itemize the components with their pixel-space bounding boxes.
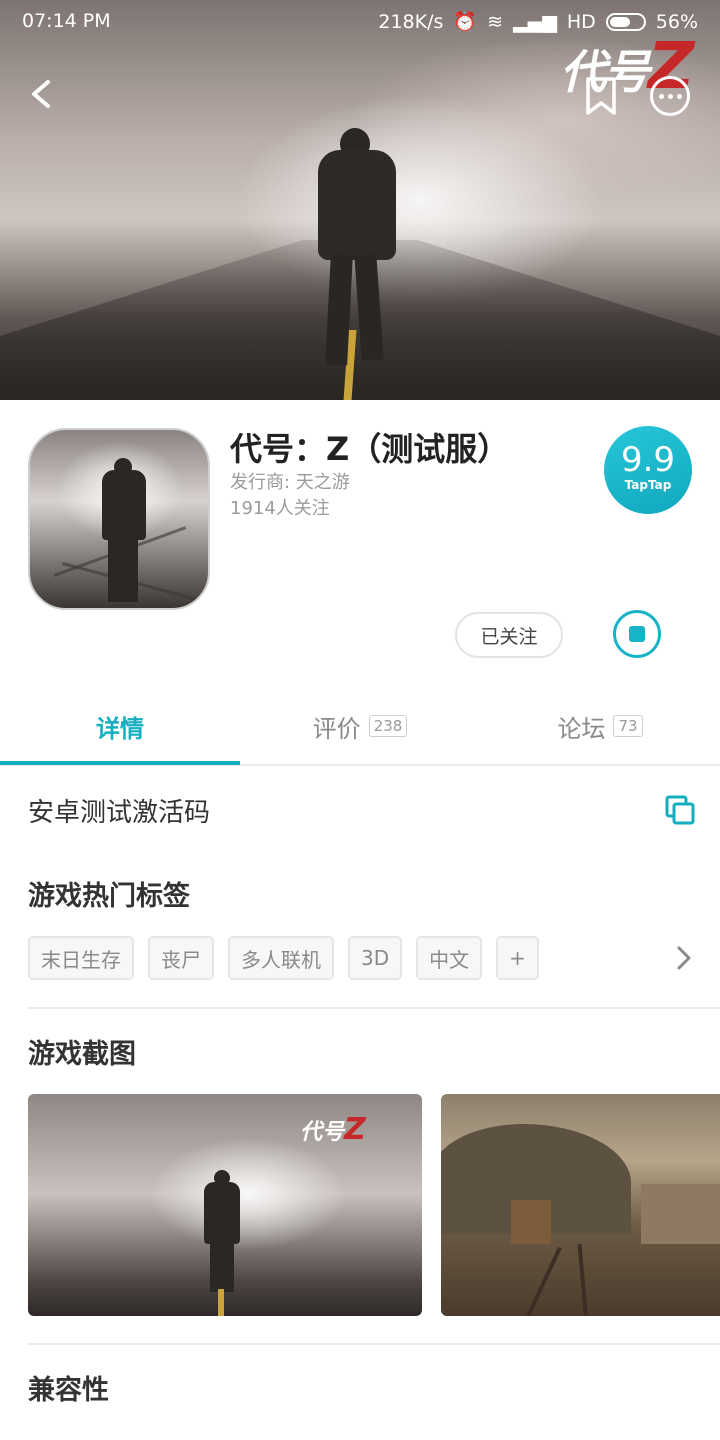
screenshot-1[interactable]: 代号Z [28, 1094, 422, 1316]
activation-code-label: 安卓测试激活码 [28, 798, 211, 828]
tab-count: 73 [613, 715, 643, 737]
screenshot-rail [524, 1246, 562, 1316]
screenshot-logo-letter: Z [344, 1112, 366, 1147]
add-tag-button[interactable]: + [496, 936, 539, 980]
copy-button[interactable] [664, 794, 696, 826]
tab-label: 详情 [96, 714, 144, 743]
alarm-icon: ⏰ [453, 11, 478, 33]
signal-icon: ▂▄▆ [513, 10, 557, 33]
tab-indicator [0, 761, 240, 765]
chevron-right-icon [677, 946, 691, 970]
score-brand: TapTap [624, 478, 672, 492]
tab-reviews[interactable]: 评价 238 [240, 686, 480, 766]
tab-label: 论坛 [557, 714, 606, 743]
app-icon-figure-legs [108, 536, 138, 602]
back-button[interactable] [22, 74, 62, 114]
more-icon [676, 93, 682, 99]
tab-forum[interactable]: 论坛 73 [480, 686, 720, 766]
copy-icon [665, 795, 695, 825]
app-followers: 1914人关注 [230, 498, 330, 519]
screenshot-road-line [218, 1289, 224, 1316]
battery-icon [605, 12, 646, 31]
screenshot-rail [577, 1243, 589, 1316]
app-publisher: 发行商: 天之游 [230, 472, 350, 493]
network-speed: 218K/s [378, 10, 444, 33]
tab-details[interactable]: 详情 [0, 686, 240, 766]
screenshot-figure-body [204, 1182, 240, 1244]
screenshot-wagon [511, 1200, 551, 1244]
more-button[interactable] [650, 76, 690, 116]
status-time: 07:14 PM [22, 10, 111, 32]
tag-item[interactable]: 丧尸 [148, 936, 214, 980]
tags-more-button[interactable] [672, 944, 696, 972]
screenshots-section-title: 游戏截图 [28, 1039, 136, 1070]
more-icon [658, 93, 664, 99]
screenshot-building [641, 1184, 720, 1244]
bookmark-button[interactable] [584, 76, 618, 116]
score-badge: 9.9 TapTap [604, 426, 692, 514]
tab-count: 238 [368, 715, 408, 737]
banner-figure-body [318, 150, 396, 260]
app-title: 代号：Z（测试服） [230, 430, 510, 468]
tags-section-title: 游戏热门标签 [28, 881, 190, 912]
tag-item[interactable]: 中文 [416, 936, 483, 980]
score-value: 9.9 [620, 440, 676, 480]
follow-button[interactable]: 已关注 [455, 612, 563, 658]
more-icon [667, 93, 673, 99]
bookmark-icon [586, 77, 616, 115]
section-divider [28, 1343, 720, 1345]
compat-section-title: 兼容性 [28, 1375, 109, 1406]
screenshot-2[interactable] [441, 1094, 720, 1316]
screenshot-logo: 代号Z [300, 1112, 366, 1147]
app-icon-figure-body [102, 470, 146, 540]
tab-label: 评价 [312, 714, 361, 743]
tag-item[interactable]: 末日生存 [28, 936, 134, 980]
tag-item[interactable]: 3D [348, 936, 403, 980]
app-icon [28, 428, 210, 610]
tag-item[interactable]: 多人联机 [228, 936, 334, 980]
download-button[interactable] [613, 610, 661, 658]
tab-bar: 详情 评价 238 论坛 73 [0, 686, 720, 766]
download-stop-icon [629, 626, 645, 642]
section-divider [28, 1007, 720, 1009]
screenshot-figure-legs [210, 1242, 234, 1292]
tag-list: 末日生存 丧尸 多人联机 3D 中文 + [28, 936, 539, 980]
back-arrow-icon [32, 80, 50, 108]
screenshot-logo-text: 代号 [300, 1120, 345, 1145]
wifi-icon: ≋ [487, 10, 503, 33]
